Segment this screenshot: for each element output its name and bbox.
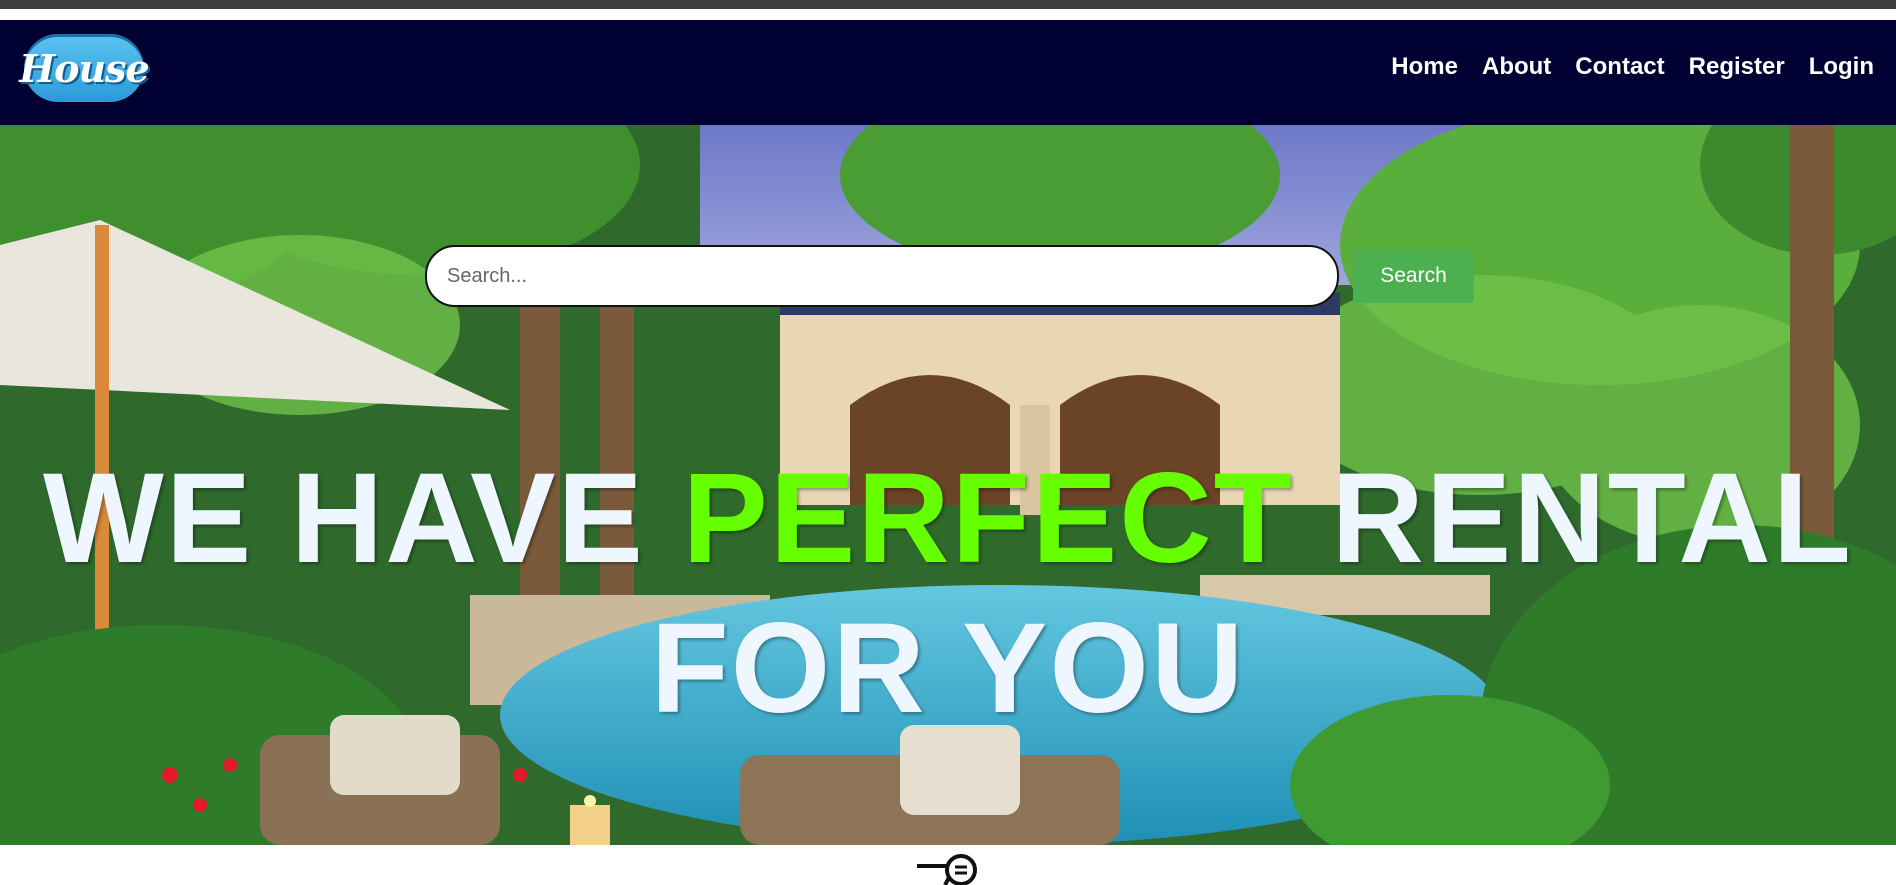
- headline-line-2: FOR YOU: [650, 597, 1246, 740]
- search-input[interactable]: [425, 245, 1339, 307]
- headline-line-1: WE HAVE PERFECT RENTAL: [0, 455, 1896, 583]
- cursor-pointer-icon: [917, 854, 977, 885]
- headline-rental: RENTAL: [1331, 447, 1853, 590]
- headline-we-have: WE HAVE: [43, 447, 645, 590]
- logo-text: House: [19, 45, 149, 91]
- headline-accent-perfect: PERFECT: [682, 447, 1294, 590]
- search-bar: Search: [425, 245, 1474, 307]
- navbar: House Home About Contact Register Login: [0, 20, 1896, 125]
- top-gap: [0, 9, 1896, 20]
- nav-login[interactable]: Login: [1809, 53, 1874, 81]
- nav-contact[interactable]: Contact: [1575, 53, 1664, 81]
- nav-register[interactable]: Register: [1689, 53, 1785, 81]
- hero-banner: Search WE HAVE PERFECT RENTAL FOR YOU: [0, 125, 1896, 845]
- nav-home[interactable]: Home: [1391, 53, 1458, 81]
- nav-links: Home About Contact Register Login: [1367, 53, 1874, 81]
- search-button[interactable]: Search: [1353, 249, 1474, 303]
- browser-top-strip: [0, 0, 1896, 9]
- logo[interactable]: House: [19, 34, 150, 102]
- nav-about[interactable]: About: [1482, 53, 1551, 81]
